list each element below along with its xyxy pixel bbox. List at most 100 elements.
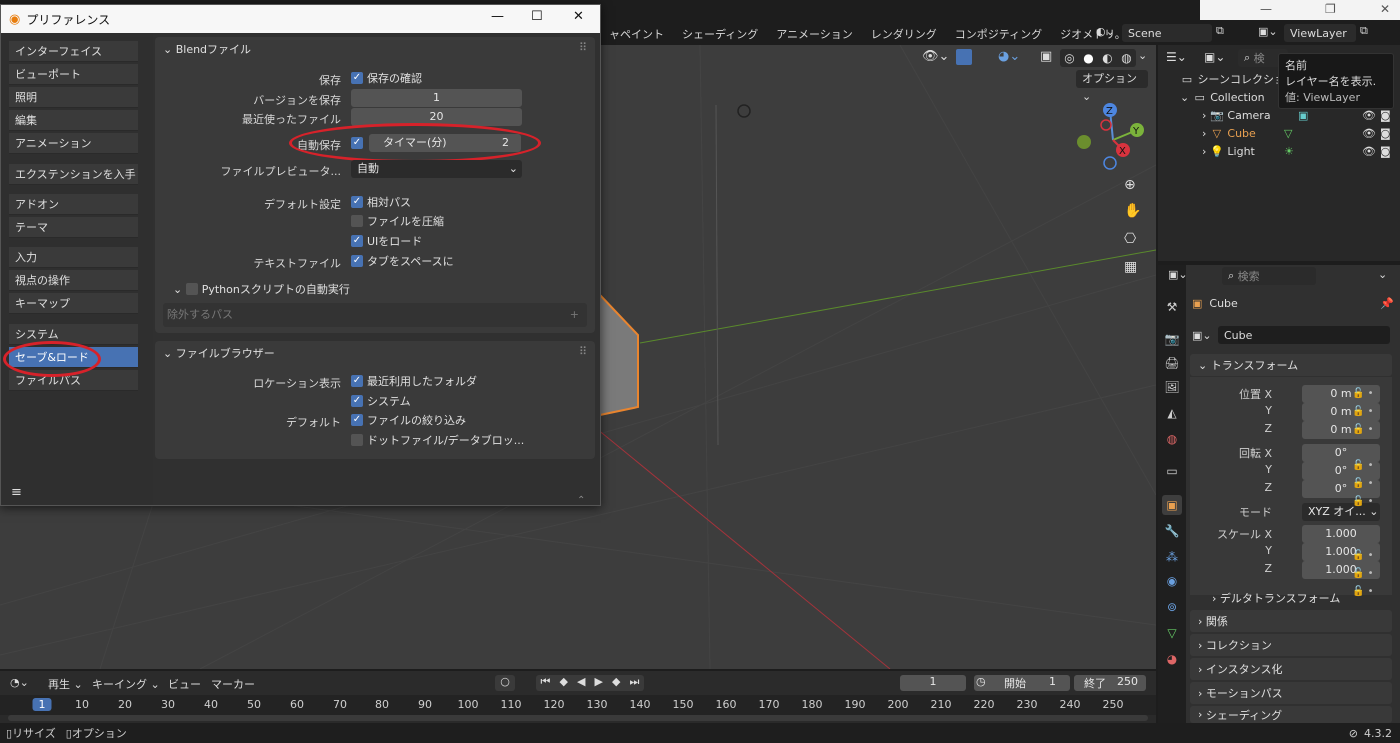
copy-scene-icon[interactable]: ⧉ [1216,24,1232,42]
playback-menu[interactable]: 再生 ⌄ [48,676,83,692]
nav-get-extensions[interactable]: エクステンションを入手 [9,164,138,185]
workspace-tab[interactable]: ャペイント [600,26,673,42]
eye-icon[interactable]: 👁 [1362,145,1376,158]
properties-editor-icon[interactable]: ▣⌄ [1168,268,1188,281]
nav-lights[interactable]: 照明 [9,87,138,108]
pan-hand-icon[interactable]: ✋ [1124,203,1141,219]
nav-editing[interactable]: 編集 [9,110,138,131]
dot-files-checkbox[interactable]: ✓ドットファイル/データブロッ... [351,431,524,449]
material-tab-icon[interactable]: ◕ [1162,649,1182,669]
shading-modes[interactable]: ◎ ● ◐ ◍ [1060,49,1136,67]
object-type-icon[interactable]: ▣⌄ [1192,329,1212,342]
start-frame-field[interactable]: ◷ 開始 1 [974,675,1070,691]
excluded-paths-list[interactable]: 除外するパス + [163,303,587,327]
mesh-data-icon[interactable]: ▽ [1284,127,1292,140]
view-layer-field[interactable]: ViewLayer [1284,24,1356,42]
perspective-grid-icon[interactable]: ▦ [1124,259,1137,275]
resize-corner-icon[interactable]: ⌃ [577,495,585,506]
chevron-right-icon[interactable]: › [1202,145,1206,158]
relative-paths-checkbox[interactable]: ✓ 相対パス [351,193,411,211]
timeline-ruler[interactable]: 1 10 20 30 40 50 60 70 80 90 100 110 120 130 140 150 160… [0,695,1156,715]
delta-transform-header[interactable]: › デルタトランスフォーム [1212,590,1340,606]
load-ui-checkbox[interactable]: ✓ UIをロード [351,232,422,250]
keying-menu[interactable]: キーイング ⌄ [92,676,160,692]
copy-view-layer-icon[interactable]: ⧉ [1360,24,1376,42]
drag-handle-icon[interactable]: ⠿ [579,41,587,54]
scene-field[interactable]: Scene [1122,24,1212,42]
pin-icon[interactable]: 📌 [1380,297,1394,310]
render-camera-icon[interactable]: ◙ [1380,127,1391,140]
wireframe-icon[interactable]: ◎ [1064,51,1074,65]
object-tab-icon[interactable]: ▣ [1162,495,1182,515]
tool-tab-icon[interactable]: ⚒ [1162,297,1182,317]
nav-navigation[interactable]: 視点の操作 [9,270,138,291]
visibility-icon[interactable]: 👁⌄ [922,49,949,64]
workspace-tab[interactable]: コンポジティング [946,26,1051,42]
instancing-panel-header[interactable]: › インスタンス化 [1190,658,1392,680]
viewport-options-button[interactable]: オプション ⌄ [1076,70,1148,103]
current-frame-field[interactable]: 1 [900,675,966,691]
system-checkbox[interactable]: ✓ システム [351,392,411,410]
nav-keymap[interactable]: キーマップ [9,293,138,314]
overlay-icon[interactable]: ◕⌄ [998,49,1020,64]
output-tab-icon[interactable]: 🖨 [1162,353,1182,373]
camera-data-icon[interactable]: ▣ [1298,109,1308,122]
collections-panel-header[interactable]: › コレクション [1190,634,1392,656]
modifier-tab-icon[interactable]: 🔧 [1162,521,1182,541]
scene-icon[interactable]: ◐⌄ [1096,25,1120,41]
restore-icon[interactable]: ❐ [1325,2,1336,16]
camera-view-icon[interactable]: ⎔ [1124,231,1136,247]
next-keyframe-icon[interactable]: ◆ [612,675,620,691]
chevron-down-icon[interactable]: ⌄ [1180,91,1189,104]
jump-end-icon[interactable]: ⏭ [630,675,640,691]
end-frame-field[interactable]: 終了 250 [1074,675,1146,691]
navigation-gizmo[interactable]: Z Y X [1070,97,1156,183]
scene-tab-icon[interactable]: ◭ [1162,403,1182,423]
compress-file-checkbox[interactable]: ✓ファイルを圧縮 [351,212,444,230]
filter-files-checkbox[interactable]: ✓ ファイルの絞り込み [351,411,466,429]
data-tab-icon[interactable]: ▽ [1162,623,1182,643]
minimize-icon[interactable]: — [1260,2,1272,16]
motion-paths-panel-header[interactable]: › モーションパス [1190,682,1392,704]
render-tab-icon[interactable]: 📷 [1162,329,1182,349]
workspace-tab[interactable]: アニメーション [767,26,862,42]
nav-themes[interactable]: テーマ [9,217,138,238]
hamburger-menu-icon[interactable]: ≡ [11,485,22,500]
stopwatch-icon[interactable]: ◷ [976,675,986,688]
shading-panel-header[interactable]: › シェーディング [1190,706,1392,723]
maximize-icon[interactable]: ☐ [531,9,543,24]
constraints-tab-icon[interactable]: ⊚ [1162,597,1182,617]
outliner-item-light[interactable]: › 💡 Light ☀ 👁 ◙ [1158,142,1400,160]
timeline-editor-icon[interactable]: ◔⌄ [10,676,29,689]
rendered-icon[interactable]: ◍ [1121,51,1131,65]
chevron-down-icon[interactable]: ⌄ [1378,268,1387,281]
save-versions-field[interactable]: 1 [351,89,522,107]
close-icon[interactable]: ✕ [573,9,584,24]
recent-folders-checkbox[interactable]: ✓ 最近利用したフォルダ [351,372,477,390]
nav-viewport[interactable]: ビューポート [9,64,138,85]
auto-keying-icon[interactable]: ○ [495,675,515,691]
tabs-as-spaces-checkbox[interactable]: ✓ タブをスペースに [351,252,454,270]
marker-menu[interactable]: マーカー [211,676,255,692]
object-name-field[interactable]: Cube [1218,326,1390,344]
gizmo-toggle-icon[interactable] [956,49,972,65]
timeline-scrollbar[interactable] [8,715,1148,721]
python-autorun-checkbox[interactable]: ⌄ ✓Pythonスクリプトの自動実行 [173,280,350,298]
add-icon[interactable]: + [570,303,579,327]
workspace-tab[interactable]: レンダリング [862,26,946,42]
view-menu[interactable]: ビュー [168,676,201,692]
physics-tab-icon[interactable]: ◉ [1162,571,1182,591]
minimize-icon[interactable]: — [491,9,504,24]
solid-icon[interactable]: ● [1083,51,1093,65]
play-reverse-icon[interactable]: ◀ [577,675,585,691]
jump-start-icon[interactable]: ⏮ [541,675,551,691]
render-camera-icon[interactable]: ◙ [1380,145,1391,158]
close-icon[interactable]: ✕ [1380,2,1390,16]
light-data-icon[interactable]: ☀ [1284,145,1294,158]
workspace-tab[interactable]: シェーディング [673,26,767,42]
prev-keyframe-icon[interactable]: ◆ [559,675,567,691]
zoom-icon[interactable]: ⊕ [1124,177,1136,193]
save-confirm-checkbox[interactable]: ✓ 保存の確認 [351,69,422,87]
transform-panel-header[interactable]: ⌄ トランスフォーム [1190,354,1392,376]
world-tab-icon[interactable]: ◍ [1162,429,1182,449]
